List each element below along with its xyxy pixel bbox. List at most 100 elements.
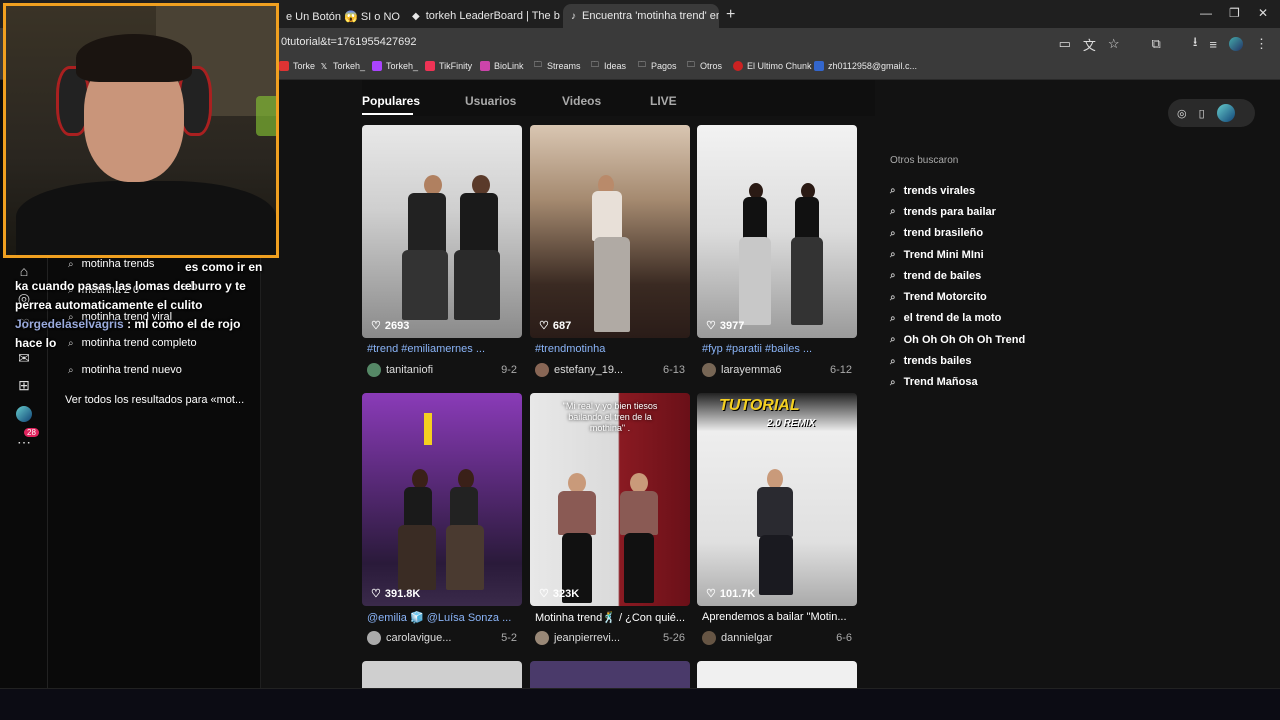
search-icon: ⌕ (890, 312, 896, 324)
taskbar (0, 688, 1280, 720)
video-thumbnail-partial[interactable] (362, 661, 522, 688)
maximize-icon[interactable]: ❐ (1229, 6, 1240, 20)
folder-icon: 🗀 (534, 60, 542, 69)
tab-usuarios[interactable]: Usuarios (465, 94, 516, 108)
bookmark-item[interactable]: TikFinity (425, 61, 472, 71)
video-overlay-title: TUTORIAL (719, 397, 800, 414)
video-caption[interactable]: Aprendemos a bailar "Motin... (702, 611, 852, 623)
video-thumbnail[interactable]: ♡ 3977 (697, 125, 857, 338)
tiktok-icon: ♪ (571, 10, 576, 22)
device-icon[interactable]: ▯ (1199, 107, 1205, 120)
related-search-item[interactable]: ⌕ trend de bailes (890, 265, 1025, 286)
bookmark-folder[interactable]: 🗀 Streams (533, 60, 581, 71)
video-caption[interactable]: #trend #emiliamernes ... (367, 343, 517, 355)
video-thumbnail[interactable]: ♡ 391.8K (362, 393, 522, 606)
chat-partial-line: es como ir en el (185, 260, 263, 293)
video-thumbnail-partial[interactable] (697, 661, 857, 688)
more-icon[interactable]: ⋯ (14, 434, 34, 454)
user-avatar[interactable] (367, 363, 381, 377)
profile-avatar[interactable] (1216, 104, 1235, 122)
browser-tab-3[interactable]: ♪ Encuentra 'motinha trend' en T ✕ (563, 4, 719, 28)
bookmark-item[interactable]: zh0112958@gmail.c... (814, 61, 917, 71)
bookmark-item[interactable]: El Ultimo Chunk (733, 61, 812, 71)
user-avatar[interactable] (367, 631, 381, 645)
video-thumbnail[interactable]: "Mi real y yo bien tiesos bailando el tr… (530, 393, 690, 606)
video-caption[interactable]: Motinha trend🕺 / ¿Con quié... (535, 611, 685, 624)
browser-tab-1[interactable]: e Un Botón 😱 SI o NO ✅ ✕ (278, 4, 400, 28)
username[interactable]: larayemma6 (721, 364, 782, 376)
bookmark-item[interactable]: 𝕏 Torkeh_ (319, 61, 365, 71)
video-thumbnail[interactable]: TUTORIAL 2.0 REMIX ♡ 101.7K (697, 393, 857, 606)
bookmark-folder[interactable]: 🗀 Pagos (637, 60, 677, 71)
related-search-item[interactable]: ⌕ trends virales (890, 180, 1025, 201)
video-thumbnail-partial[interactable] (530, 661, 690, 688)
new-tab-icon[interactable]: + (726, 6, 735, 24)
user-avatar[interactable] (535, 363, 549, 377)
see-all-results-link[interactable]: Ver todos los resultados para «mot... (65, 394, 244, 406)
user-avatar[interactable] (702, 363, 716, 377)
minimize-icon[interactable]: — (1200, 6, 1212, 20)
bookmark-item[interactable]: BioLink (480, 61, 524, 71)
video-caption[interactable]: @emilia 🧊 @Luísa Sonza ... (367, 611, 517, 624)
upload-icon[interactable]: ⊞ (14, 377, 34, 397)
video-thumbnail[interactable]: ♡ 2693 (362, 125, 522, 338)
related-search-item[interactable]: ⌕ Oh Oh Oh Oh Oh Trend (890, 329, 1025, 350)
translate-icon[interactable]: 文 (1083, 35, 1096, 54)
inbox-icon[interactable]: ✉ (14, 350, 34, 370)
video-thumbnail[interactable]: ♡ 687 (530, 125, 690, 338)
related-search-item[interactable]: ⌕ Trend Mini MIni (890, 244, 1025, 265)
username[interactable]: estefany_19... (554, 364, 623, 376)
search-icon: ⌕ (890, 206, 896, 218)
profile-avatar-icon[interactable] (14, 406, 34, 426)
user-avatar[interactable] (535, 631, 549, 645)
bookmark-item[interactable]: Torkeh_ (372, 61, 418, 71)
folder-icon: 🗀 (638, 60, 646, 69)
username[interactable]: dannielgar (721, 632, 772, 644)
install-icon[interactable]: ▭ (1059, 36, 1071, 52)
chat-overlay: es como ir en el ka cuando pasas las lom… (15, 258, 265, 353)
username[interactable]: jeanpierrevi... (554, 632, 620, 644)
related-search-item[interactable]: ⌕ Trend Motorcito (890, 286, 1025, 307)
video-caption[interactable]: #trendmotinha (535, 343, 685, 355)
torkeh-favicon-icon: ◆ (412, 10, 420, 22)
media-icon[interactable]: ≡ (1209, 37, 1217, 52)
active-tab-underline (362, 113, 413, 115)
heart-icon: ♡ (706, 588, 716, 600)
url-field[interactable]: 0tutorial&t=1761955427692 (281, 36, 416, 48)
bookmark-folder[interactable]: 🗀 Ideas (590, 60, 626, 71)
star-icon[interactable]: ☆ (1108, 36, 1120, 52)
bookmark-item[interactable]: Torke (279, 61, 315, 71)
related-search-item[interactable]: ⌕ trends para bailar (890, 201, 1025, 222)
download-icon[interactable]: ⭳ (1193, 33, 1198, 55)
folder-icon: 🗀 (591, 60, 599, 69)
related-search-item[interactable]: ⌕ trends bailes (890, 350, 1025, 371)
browser-tab-2[interactable]: ◆ torkeh LeaderBoard | The best C ✕ (404, 4, 560, 28)
video-date: 6-6 (836, 632, 852, 644)
heart-icon: ♡ (706, 320, 716, 332)
user-avatar[interactable] (702, 631, 716, 645)
related-search-item[interactable]: ⌕ el trend de la moto (890, 308, 1025, 329)
related-search-item[interactable]: ⌕ trend brasileño (890, 223, 1025, 244)
video-date: 5-26 (662, 632, 685, 644)
profile-icon[interactable] (1229, 37, 1243, 51)
coins-icon[interactable]: ◎ (1177, 107, 1187, 120)
search-icon: ⌕ (890, 185, 896, 197)
tab-live[interactable]: LIVE (650, 94, 677, 108)
close-window-icon[interactable]: ✕ (1258, 6, 1268, 20)
bookmark-folder[interactable]: 🗀 Otros (686, 60, 722, 71)
username[interactable]: carolavigue... (386, 632, 451, 644)
related-search-item[interactable]: ⌕ Trend Mañosa (890, 372, 1025, 393)
username[interactable]: tanitaniofi (386, 364, 433, 376)
search-icon: ⌕ (890, 227, 896, 239)
suggestion-item[interactable]: ⌕ motinha trend nuevo (68, 364, 182, 376)
video-date: 6-12 (829, 364, 852, 376)
extensions-icon[interactable]: ⧉ (1152, 36, 1161, 52)
biolink-icon (480, 61, 490, 71)
twitch-icon (372, 61, 382, 71)
tab-videos[interactable]: Videos (562, 94, 601, 108)
heart-icon: ♡ (539, 320, 549, 332)
tab-populares[interactable]: Populares (362, 94, 420, 108)
video-caption[interactable]: #fyp #paratii #bailes ... (702, 343, 852, 355)
menu-icon[interactable]: ⋮ (1255, 36, 1268, 52)
chat-message: Jorgedelaselvagris : ml como el de rojo … (15, 317, 241, 350)
